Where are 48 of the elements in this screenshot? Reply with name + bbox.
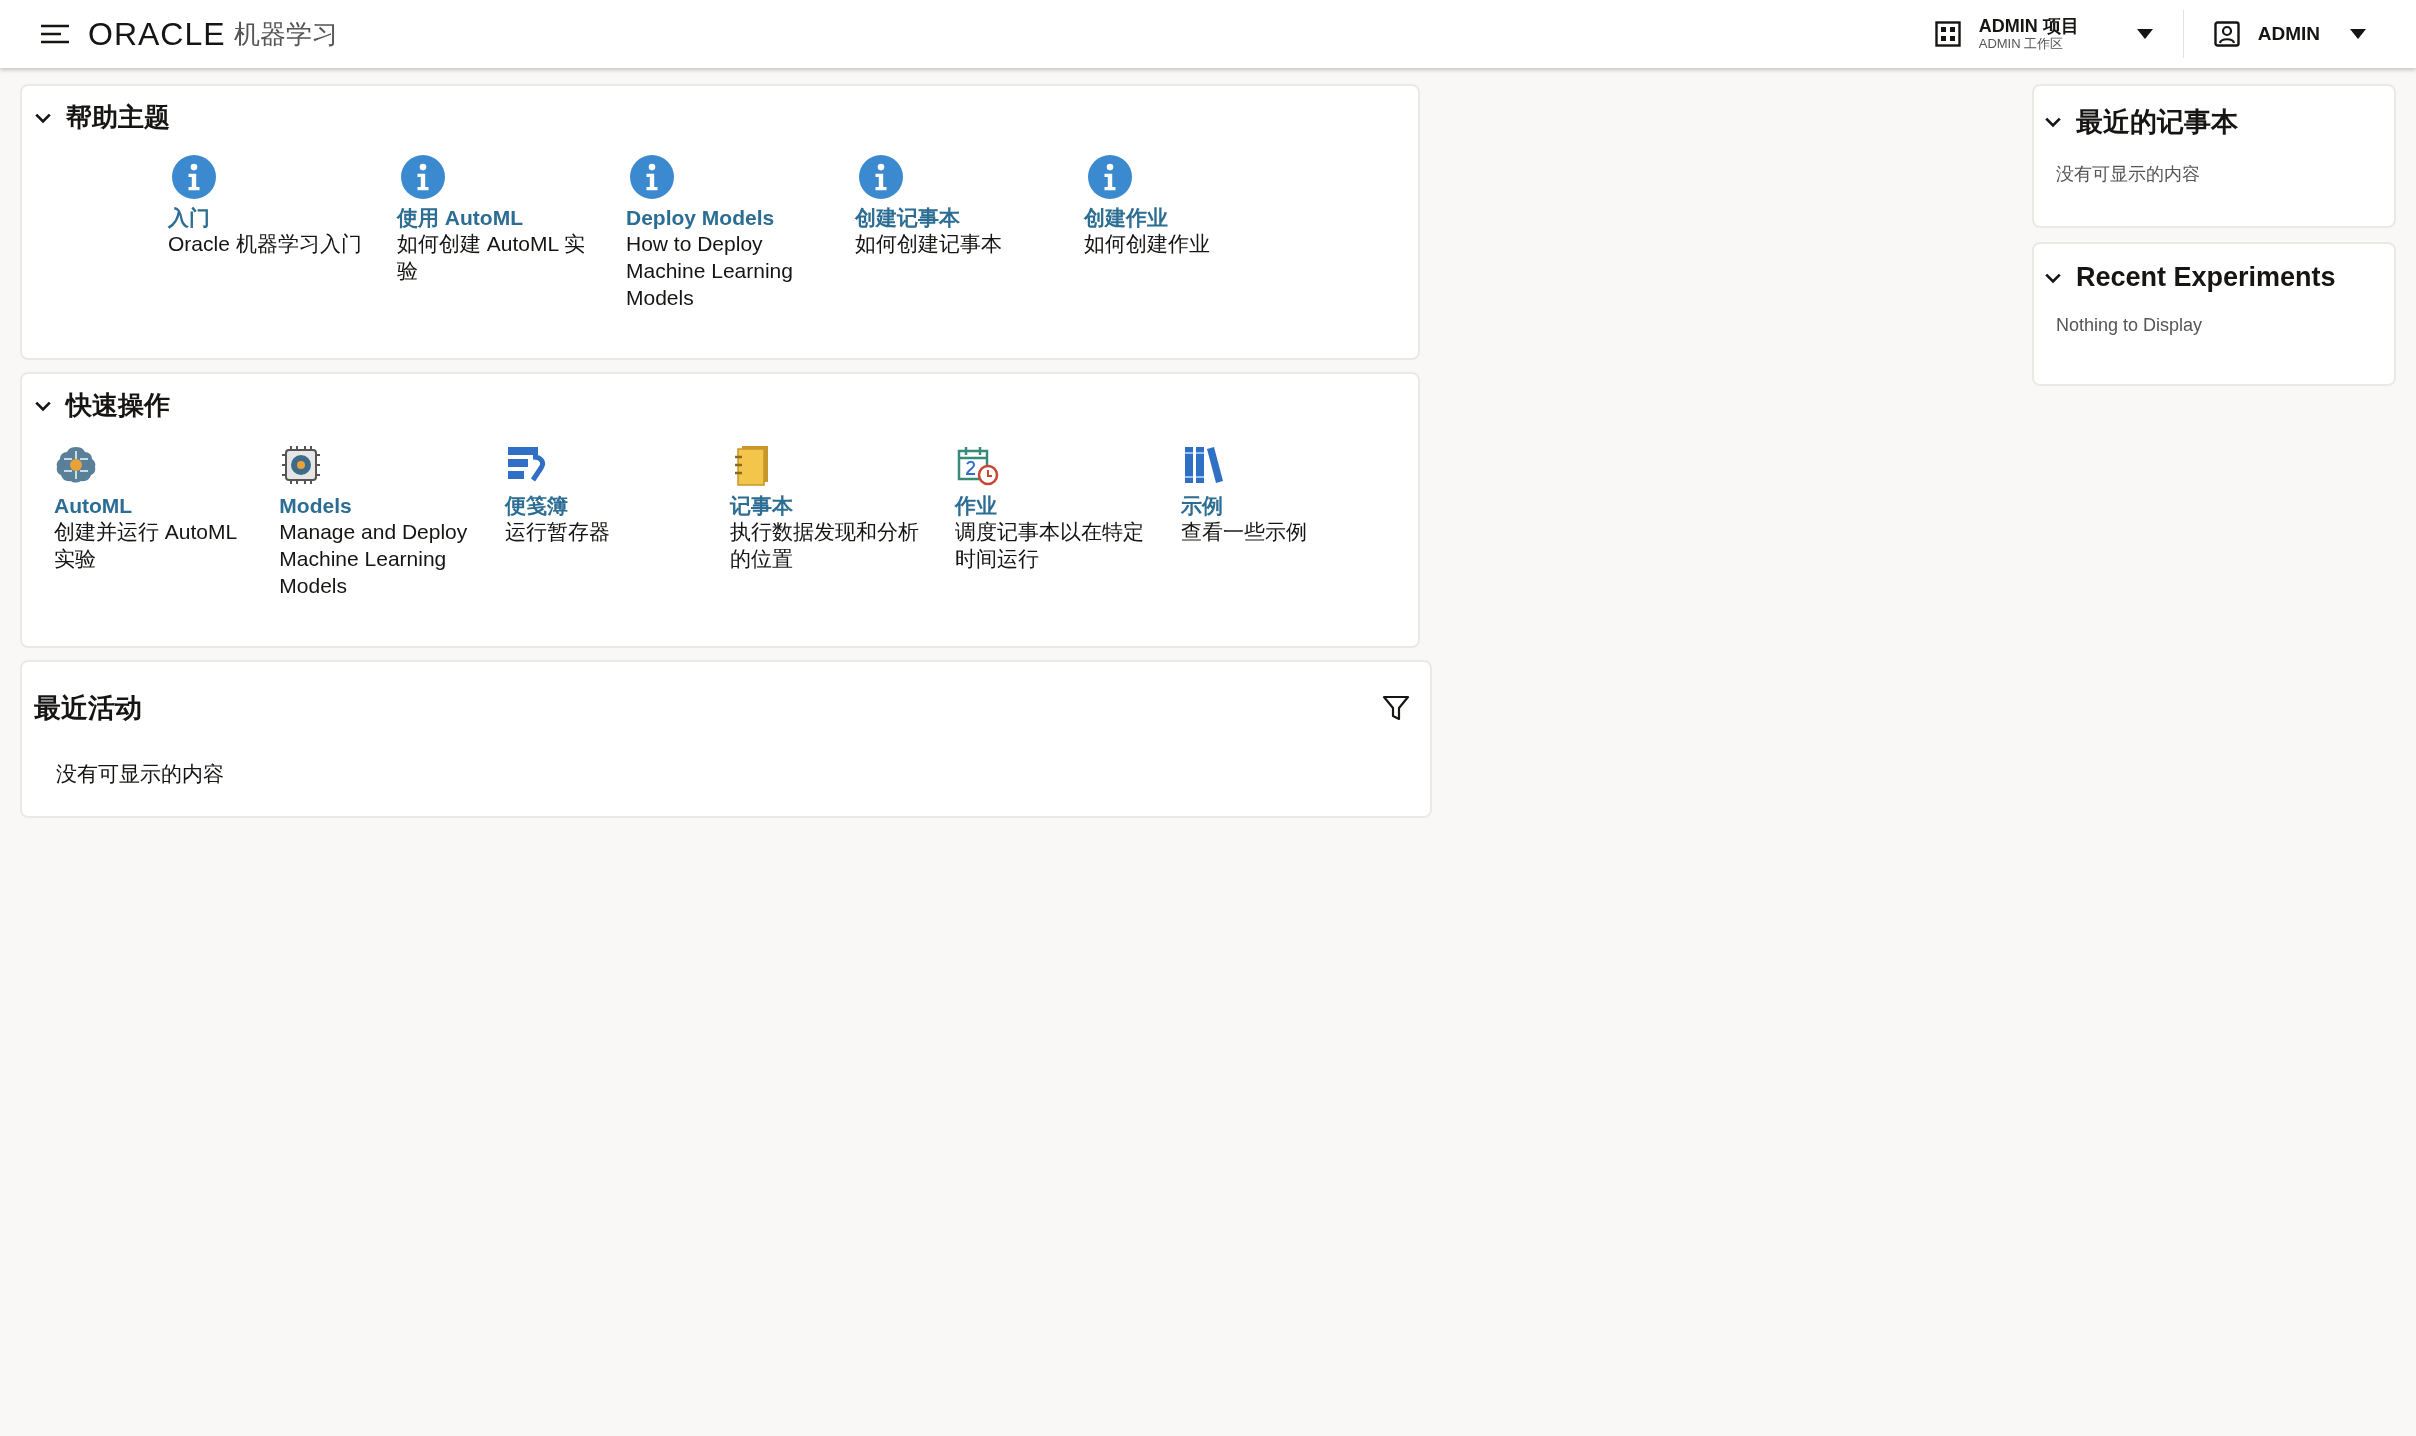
workspace-name: ADMIN 工作区 <box>1978 36 2065 52</box>
topic-description: 如何创建 AutoML 实验 <box>397 231 587 285</box>
topic-description: How to Deploy Machine Learning Models <box>626 231 794 311</box>
action-link[interactable]: 作业 <box>955 493 998 520</box>
grid-icon <box>1934 21 1961 47</box>
topic-link[interactable]: 入门 <box>168 205 210 232</box>
action-link[interactable]: Models <box>279 493 352 520</box>
info-icon[interactable] <box>630 155 674 199</box>
action-description: 运行暂存器 <box>504 519 610 546</box>
menu-icon[interactable] <box>40 24 70 44</box>
action-description: 创建并运行 AutoML 实验 <box>54 519 238 573</box>
panel-title: 最近的记事本 <box>2076 106 2238 139</box>
topic-link[interactable]: 创建作业 <box>1084 205 1168 232</box>
topic-description: 如何创建记事本 <box>855 231 1002 258</box>
oracle-logo: ORACLE <box>88 15 226 53</box>
action-description: Manage and Deploy Machine Learning Models <box>279 519 469 599</box>
topic-description: 如何创建作业 <box>1084 231 1210 258</box>
action-description: 执行数据发现和分析的位置 <box>730 519 920 573</box>
panel-title: Recent Experiments <box>2076 262 2336 293</box>
caret-icon <box>2350 29 2366 39</box>
action-link[interactable]: 示例 <box>1180 493 1223 520</box>
filter-icon[interactable] <box>1382 694 1410 722</box>
action-description: 查看一些示例 <box>1180 519 1307 546</box>
topic-link[interactable]: 使用 AutoML <box>397 205 523 232</box>
info-icon[interactable] <box>172 155 216 199</box>
project-selector[interactable]: ADMIN 项目 ADMIN 工作区 <box>1934 16 2153 52</box>
action-link[interactable]: AutoML <box>54 493 133 520</box>
user-menu[interactable]: ADMIN <box>2213 21 2366 47</box>
topic-link[interactable]: 创建记事本 <box>855 205 960 232</box>
info-icon[interactable] <box>1088 155 1132 199</box>
empty-message: 没有可显示的内容 <box>56 761 224 787</box>
caret-icon <box>2136 29 2153 39</box>
user-name: ADMIN <box>2257 23 2320 45</box>
section-title: 帮助主题 <box>66 101 170 134</box>
section-title: 快速操作 <box>66 389 170 422</box>
product-name: 机器学习 <box>233 17 338 51</box>
topic-link[interactable]: Deploy Models <box>626 205 775 232</box>
info-icon[interactable] <box>859 155 903 199</box>
empty-message: Nothing to Display <box>2056 315 2203 336</box>
info-icon[interactable] <box>401 155 445 199</box>
topic-description: Oracle 机器学习入门 <box>168 231 362 258</box>
empty-message: 没有可显示的内容 <box>2056 163 2200 186</box>
section-title: 最近活动 <box>34 692 142 725</box>
user-icon <box>2213 21 2240 47</box>
project-name: ADMIN 项目 <box>1978 16 2079 37</box>
action-description: 调度记事本以在特定时间运行 <box>955 519 1146 573</box>
action-link[interactable]: 便笺簿 <box>504 493 568 520</box>
action-link[interactable]: 记事本 <box>730 493 793 520</box>
